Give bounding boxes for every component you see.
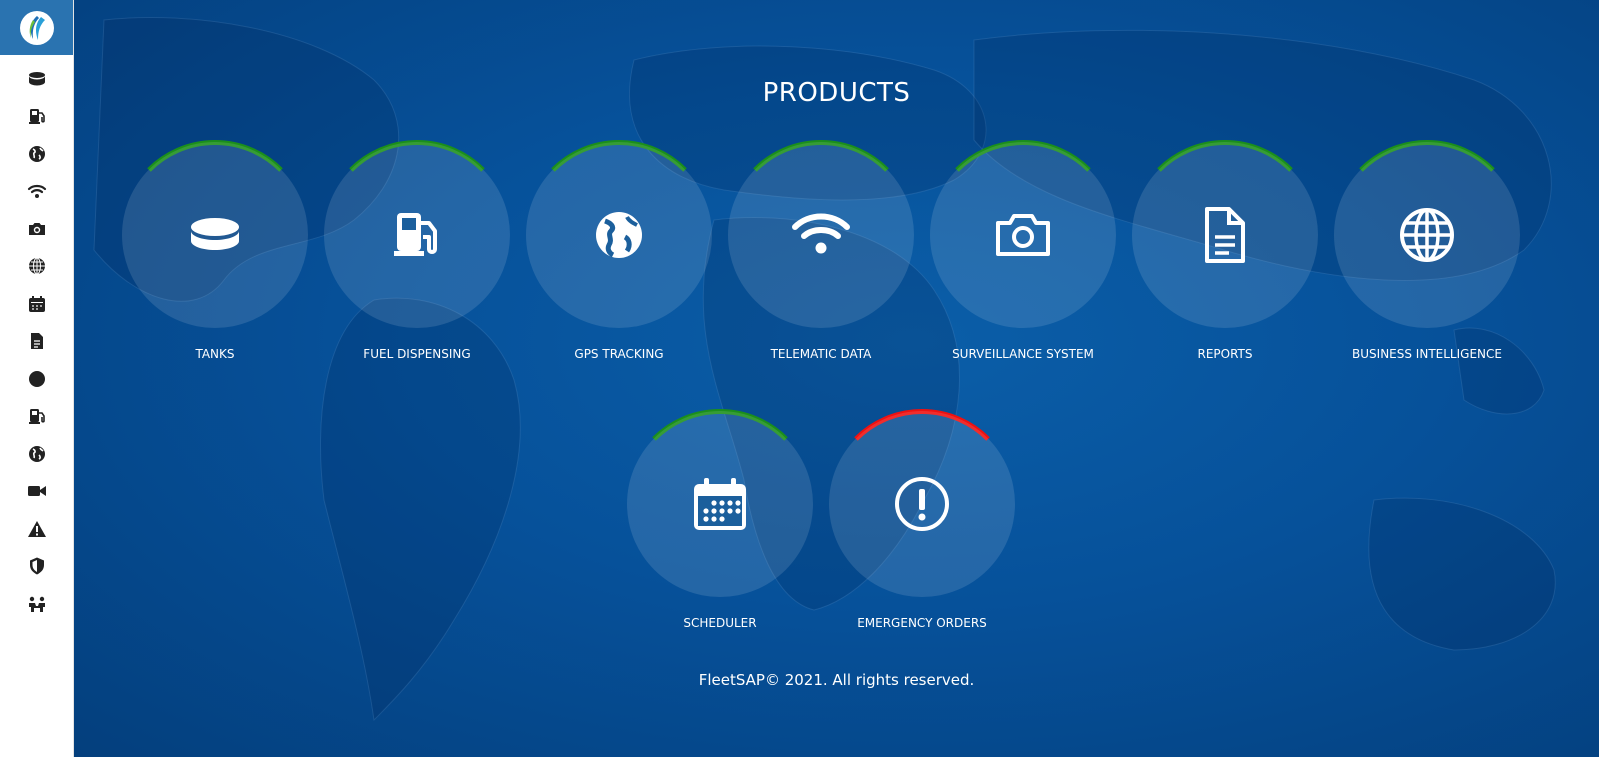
sidebar-tank-icon[interactable] [26,68,48,90]
document-icon [1205,207,1245,263]
surveillance-system-button[interactable] [930,142,1116,328]
calendar-icon [694,478,746,530]
sidebar-warning-icon[interactable] [26,518,48,540]
wifi-icon [792,213,850,254]
logo-area[interactable] [0,0,73,55]
product-label: EMERGENCY ORDERS [857,616,987,630]
reports-button[interactable] [1132,142,1318,328]
product-label: SURVEILLANCE SYSTEM [952,347,1094,361]
telematic-data-button[interactable] [728,142,914,328]
product-label: FUEL DISPENSING [363,347,471,361]
sidebar-calendar-icon[interactable] [26,293,48,315]
sidebar-camera-icon[interactable] [26,218,48,240]
sidebar-document-icon[interactable] [26,330,48,352]
sidebar-gas-pump-icon-2[interactable] [26,405,48,427]
product-label: GPS TRACKING [574,347,664,361]
product-label: TELEMATIC DATA [770,347,872,361]
alert-circle-icon [895,477,949,531]
product-business-intelligence[interactable]: BUSINESS INTELLIGENCE [1332,140,1522,400]
sidebar-video-camera-icon[interactable] [26,480,48,502]
product-tanks[interactable]: TANKS [120,140,310,400]
product-scheduler[interactable]: SCHEDULER [625,409,815,669]
sidebar-globe-grid-icon[interactable] [26,255,48,277]
footer-copyright: FleetSAP© 2021. All rights reserved. [698,671,975,689]
product-reports[interactable]: REPORTS [1130,140,1320,400]
gas-pump-icon [394,213,437,256]
sidebar-circle-icon[interactable] [26,368,48,390]
product-gps-tracking[interactable]: GPS TRACKING [524,140,714,400]
sidebar-globe-americas-icon[interactable] [26,143,48,165]
product-label: SCHEDULER [683,616,757,630]
sidebar-wifi-icon[interactable] [26,180,48,202]
product-label: REPORTS [1197,347,1253,361]
product-label: BUSINESS INTELLIGENCE [1352,347,1502,361]
product-surveillance-system[interactable]: SURVEILLANCE SYSTEM [928,140,1118,400]
fleetsap-logo-icon [19,10,54,45]
tanks-button[interactable] [122,142,308,328]
main-content: PRODUCTS TANKS FUEL DISPENSING GPS TRACK… [74,0,1599,757]
sidebar-shield-icon[interactable] [26,555,48,577]
tank-icon [191,218,239,250]
scheduler-button[interactable] [627,411,813,597]
page-title: PRODUCTS [762,78,911,108]
camera-icon [996,214,1050,256]
sidebar-gas-pump-icon[interactable] [26,105,48,127]
sidebar-people-icon[interactable] [26,593,48,615]
sidebar [0,0,74,757]
emergency-orders-button[interactable] [829,411,1015,597]
product-fuel-dispensing[interactable]: FUEL DISPENSING [322,140,512,400]
product-telematic-data[interactable]: TELEMATIC DATA [726,140,916,400]
fuel-dispensing-button[interactable] [324,142,510,328]
gps-tracking-button[interactable] [526,142,712,328]
product-emergency-orders[interactable]: EMERGENCY ORDERS [827,409,1017,669]
globe-grid-icon [1400,208,1454,262]
sidebar-globe-americas-icon-2[interactable] [26,443,48,465]
globe-americas-icon [596,212,642,258]
product-label: TANKS [195,347,235,361]
business-intelligence-button[interactable] [1334,142,1520,328]
